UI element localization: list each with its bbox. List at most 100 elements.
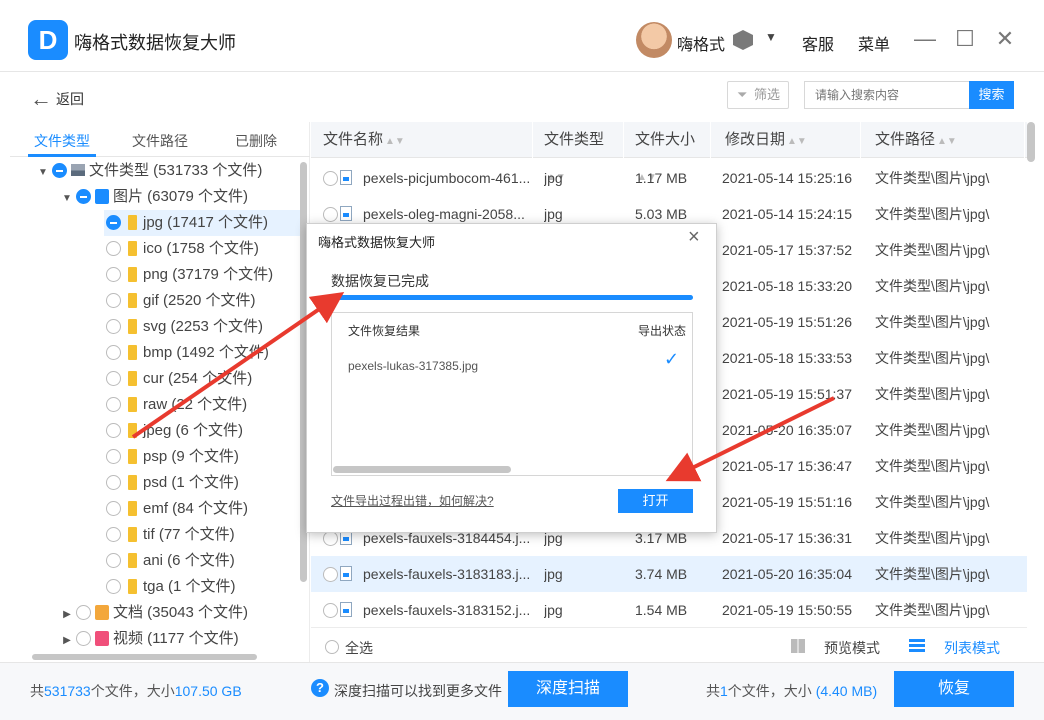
tree-item-file-types[interactable]: ▼ 文件类型 (531733 个文件) — [36, 158, 262, 184]
result-scrollbar[interactable] — [333, 466, 511, 473]
dialog-close-icon[interactable]: × — [688, 226, 700, 249]
column-date[interactable]: 修改日期 ▲▼ — [725, 122, 861, 158]
recover-button[interactable]: 恢复 — [894, 671, 1014, 707]
expand-icon[interactable]: ▶ — [60, 628, 74, 654]
tree-checkbox[interactable] — [106, 552, 121, 568]
tab-file-path[interactable]: 文件路径 — [132, 131, 188, 151]
left-panel: 文件类型 文件路径 已删除 ▼ 文件类型 (531733 个文件) ▼ 图片 (63… — [10, 122, 310, 662]
select-all-label[interactable]: 全选 — [345, 638, 373, 658]
tree-scrollbar-horizontal[interactable] — [32, 654, 257, 660]
tree-checkbox[interactable] — [106, 240, 121, 256]
table-row[interactable]: pexels-picjumbocom-461... jpg 1.17 MB 2021-… — [311, 160, 1027, 196]
tree-item-raw[interactable]: raw (22 个文件) — [104, 392, 247, 418]
avatar[interactable] — [636, 22, 672, 58]
column-name[interactable]: 文件名称 ▲▼ — [323, 122, 533, 158]
tree-checkbox[interactable] — [106, 578, 121, 594]
cell-path: 文件类型\图片\jpg\ — [875, 350, 990, 366]
tree-item-jpeg[interactable]: jpeg (6 个文件) — [104, 418, 243, 444]
tree-checkbox[interactable] — [106, 292, 121, 308]
list-mode-button[interactable]: 列表模式 — [944, 638, 1000, 658]
help-icon[interactable]: ? — [311, 679, 329, 697]
tree-checkbox[interactable] — [106, 318, 121, 334]
folder-icon — [128, 474, 137, 490]
list-icon[interactable] — [909, 639, 925, 653]
tree-item-psp[interactable]: psp (9 个文件) — [104, 444, 239, 470]
tree-item-documents[interactable]: ▶ 文档 (35043 个文件) — [60, 600, 248, 626]
tree-item-png[interactable]: png (37179 个文件) — [104, 262, 273, 288]
username[interactable]: 嗨格式 — [677, 31, 725, 55]
deep-scan-button[interactable]: 深度扫描 — [508, 671, 628, 707]
tree-checkbox[interactable] — [106, 422, 121, 438]
tree-item-tga[interactable]: tga (1 个文件) — [104, 574, 236, 600]
open-button[interactable]: 打开 — [618, 489, 693, 513]
tree-item-tif[interactable]: tif (77 个文件) — [104, 522, 235, 548]
export-error-help-link[interactable]: 文件导出过程出错，如何解决? — [331, 492, 494, 509]
tree-checkbox[interactable] — [106, 370, 121, 386]
search-input[interactable] — [804, 81, 970, 109]
chevron-down-icon[interactable]: ▼ — [765, 30, 777, 44]
tree-item-gif[interactable]: gif (2520 个文件) — [104, 288, 256, 314]
cell-path: 文件类型\图片\jpg\ — [875, 170, 990, 186]
grid-icon[interactable] — [791, 639, 805, 653]
tree-checkbox[interactable] — [76, 188, 91, 204]
tab-file-type[interactable]: 文件类型 — [34, 131, 90, 151]
tree-checkbox[interactable] — [106, 396, 121, 412]
tree-checkbox[interactable] — [106, 526, 121, 542]
preview-mode-button[interactable]: 预览模式 — [824, 638, 880, 658]
tree-checkbox[interactable] — [106, 344, 121, 360]
tree-checkbox[interactable] — [76, 604, 91, 620]
table-scrollbar[interactable] — [1027, 122, 1035, 162]
tree-item-emf[interactable]: emf (84 个文件) — [104, 496, 248, 522]
tree-item-label: 文件类型 (531733 个文件) — [89, 162, 263, 179]
tree-checkbox[interactable] — [52, 162, 67, 178]
tree-checkbox[interactable] — [106, 214, 121, 230]
status-bar: 共531733个文件，大小107.50 GB ? 深度扫描可以找到更多文件 深度… — [0, 662, 1044, 720]
tree-item-svg[interactable]: svg (2253 个文件) — [104, 314, 263, 340]
cell-path: 文件类型\图片\jpg\ — [875, 422, 990, 438]
total-mid: 个文件，大小 — [90, 683, 175, 699]
tree-checkbox[interactable] — [106, 266, 121, 282]
tab-deleted[interactable]: 已删除 — [235, 131, 277, 151]
row-checkbox[interactable] — [323, 171, 338, 186]
table-row[interactable]: pexels-fauxels-3183183.j... jpg 3.74 MB 202… — [311, 556, 1027, 592]
folder-icon — [128, 214, 137, 230]
column-path[interactable]: 文件路径 ▲▼ — [875, 122, 1025, 158]
tree-item-bmp[interactable]: bmp (1492 个文件) — [104, 340, 269, 366]
back-button[interactable]: ← 返回 — [30, 86, 84, 112]
tree-item-psd[interactable]: psd (1 个文件) — [104, 470, 239, 496]
image-file-icon — [340, 602, 352, 617]
menu-link[interactable]: 菜单 — [858, 31, 890, 55]
tree-checkbox[interactable] — [76, 630, 91, 646]
row-checkbox[interactable] — [323, 567, 338, 582]
tree-item-ani[interactable]: ani (6 个文件) — [104, 548, 235, 574]
select-all-checkbox[interactable] — [325, 640, 339, 654]
row-checkbox[interactable] — [323, 603, 338, 618]
expand-icon[interactable]: ▶ — [60, 602, 74, 628]
filter-button[interactable]: ⏷ 筛选 — [727, 81, 789, 109]
row-checkbox[interactable] — [323, 207, 338, 222]
active-tab-indicator — [28, 154, 96, 157]
close-icon[interactable]: ✕ — [992, 26, 1018, 52]
folder-icon — [128, 422, 137, 438]
minimize-icon[interactable]: — — [912, 26, 938, 52]
column-type[interactable]: 文件类型▲▼ — [544, 122, 624, 183]
collapse-icon[interactable]: ▼ — [36, 160, 50, 186]
tree-item-videos[interactable]: ▶ 视频 (1177 个文件) — [60, 626, 238, 654]
left-tabs: 文件类型 文件路径 已删除 — [10, 122, 310, 157]
tree-item-jpg[interactable]: jpg (17417 个文件) — [104, 210, 300, 236]
tree-checkbox[interactable] — [106, 448, 121, 464]
toolbar: ←返回 ⏷ 筛选 搜索 — [0, 72, 1044, 122]
tree-item-images[interactable]: ▼ 图片 (63079 个文件) — [60, 184, 248, 210]
tree-checkbox[interactable] — [106, 500, 121, 516]
tree-item-ico[interactable]: ico (1758 个文件) — [104, 236, 259, 262]
sel-prefix: 共 — [706, 683, 720, 699]
collapse-icon[interactable]: ▼ — [60, 186, 74, 212]
tree-item-cur[interactable]: cur (254 个文件) — [104, 366, 252, 392]
tree-checkbox[interactable] — [106, 474, 121, 490]
column-size[interactable]: 文件大小▲▼ — [635, 122, 711, 183]
search-button[interactable]: 搜索 — [969, 81, 1014, 109]
maximize-icon[interactable]: ☐ — [952, 26, 978, 52]
support-link[interactable]: 客服 — [802, 31, 834, 55]
row-checkbox[interactable] — [323, 531, 338, 546]
table-row[interactable]: pexels-fauxels-3183152.j... jpg 1.54 MB 202… — [311, 592, 1027, 628]
